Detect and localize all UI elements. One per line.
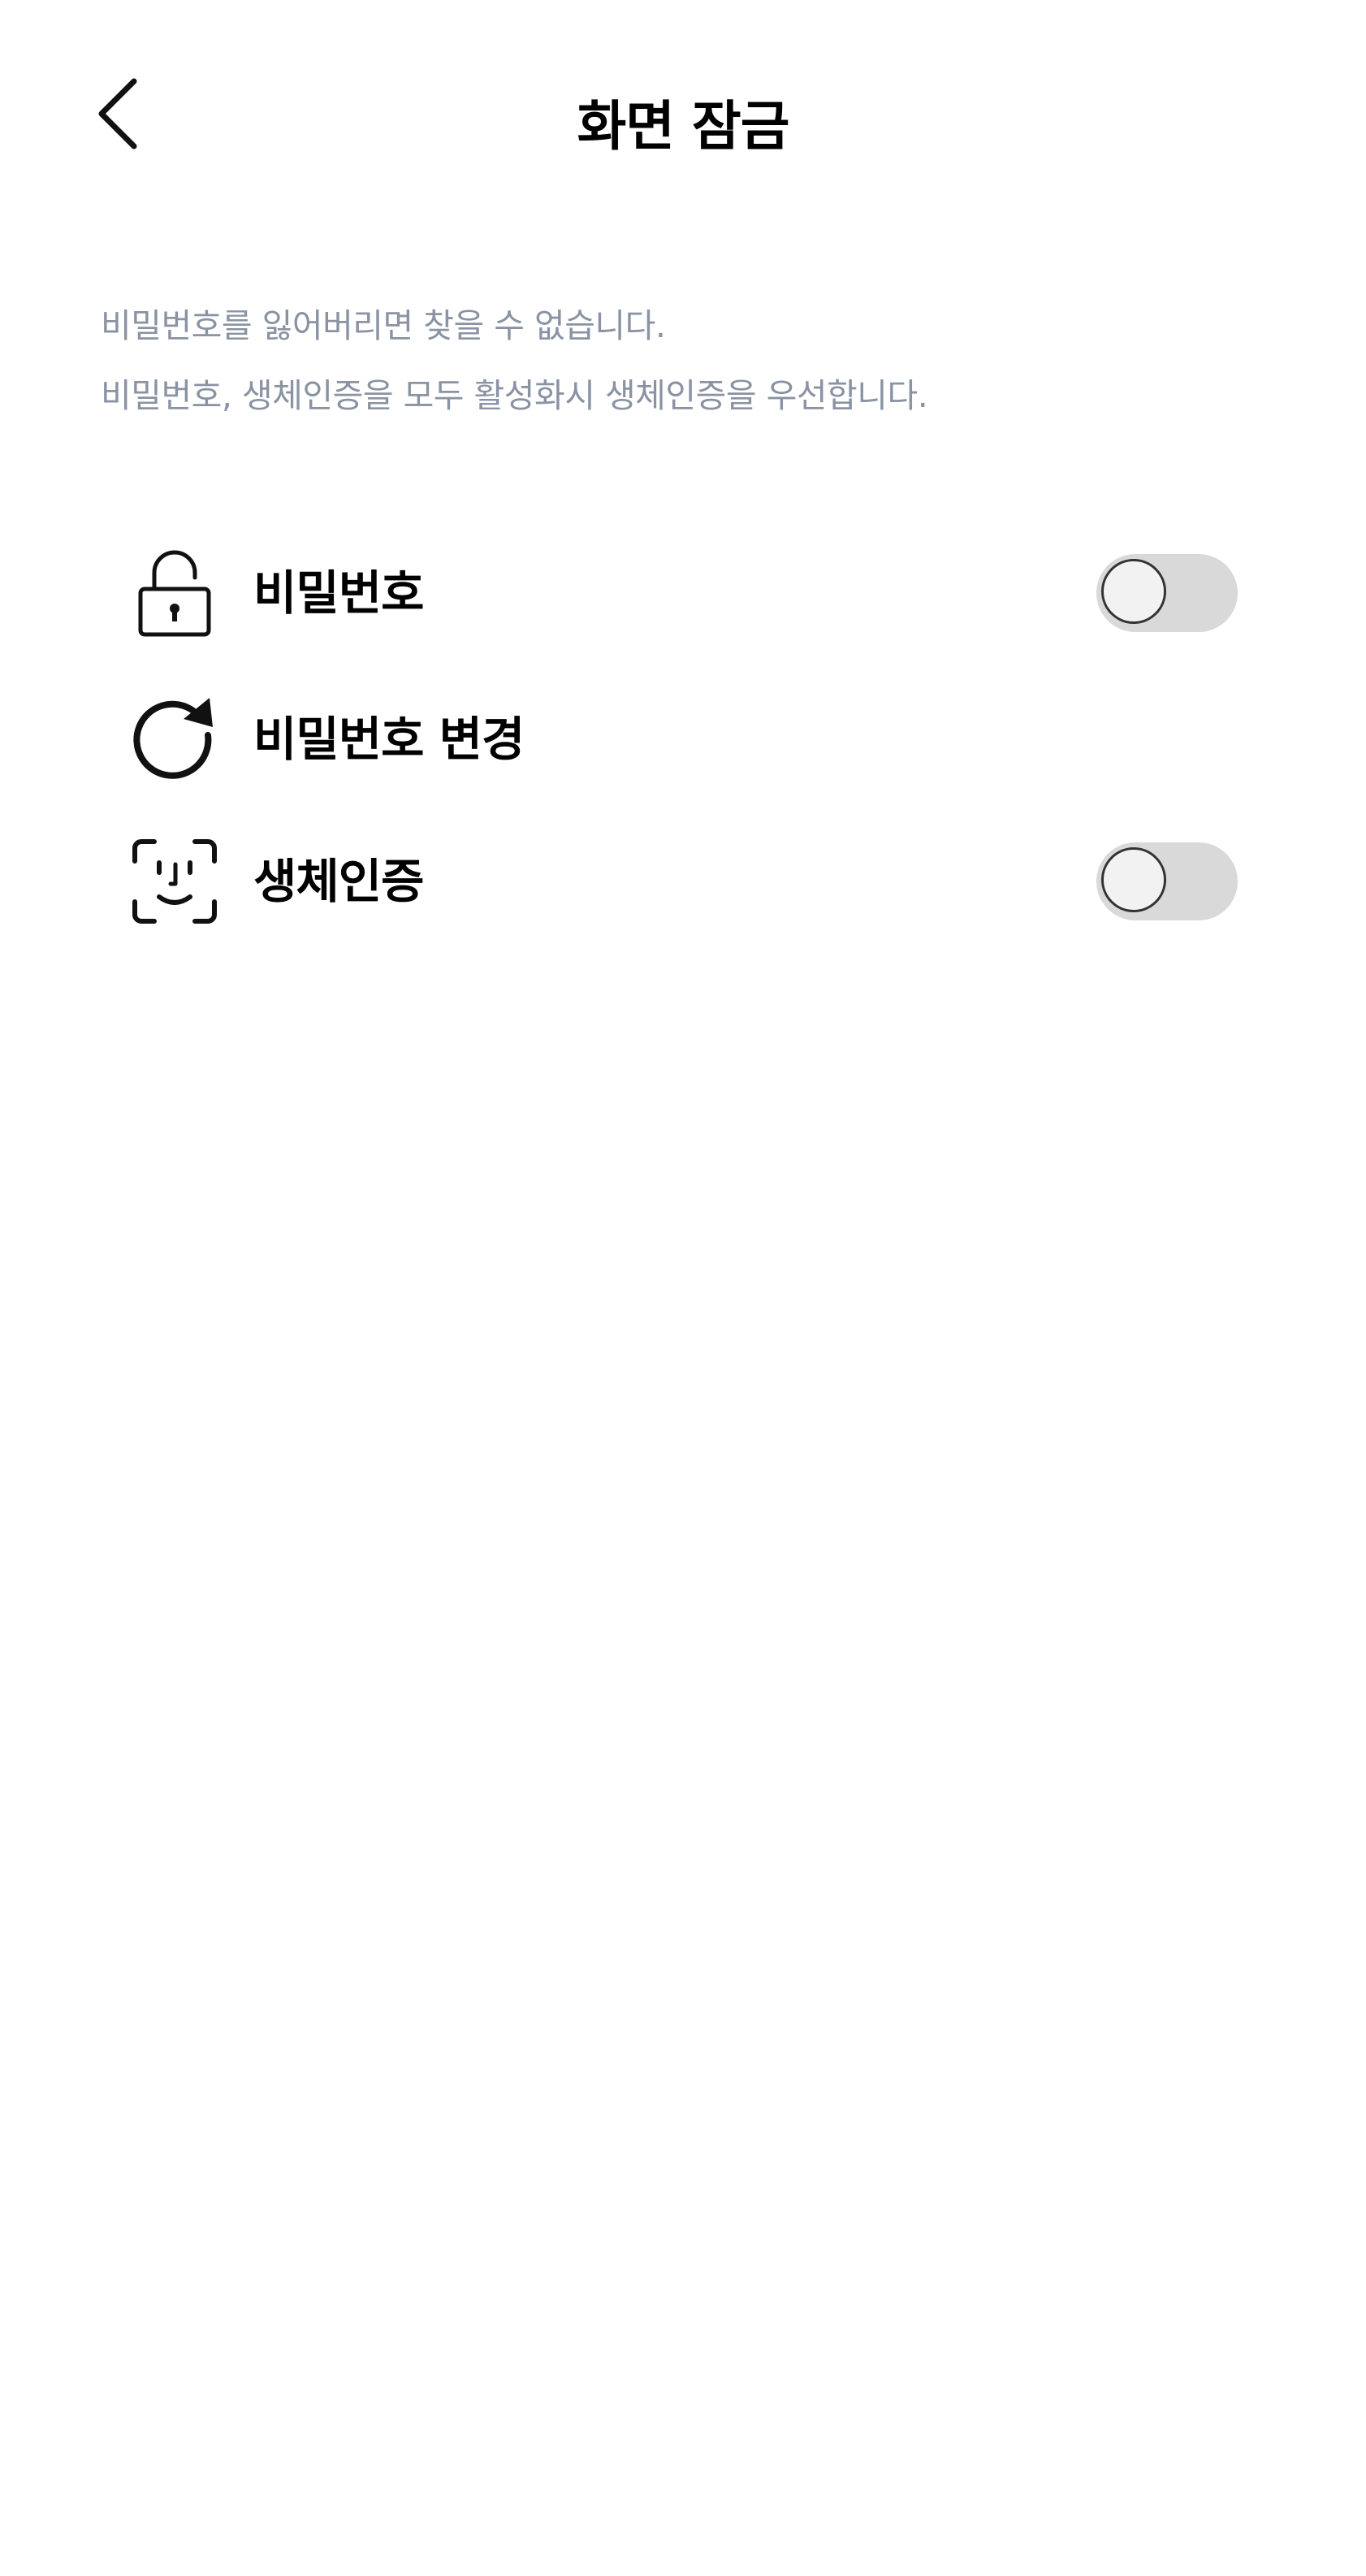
notice-line-1: 비밀번호를 잃어버리면 찾을 수 없습니다. <box>101 306 666 345</box>
setting-label-password: 비밀번호 <box>253 565 424 621</box>
lock-icon <box>130 548 219 638</box>
header: 화면 잠금 <box>0 49 1366 179</box>
setting-row-biometric[interactable]: 생체인증 <box>122 820 1259 942</box>
notice-line-2: 비밀번호, 생체인증을 모두 활성화시 생체인증을 우선합니다. <box>101 376 928 415</box>
notice-text: 비밀번호를 잃어버리면 찾을 수 없습니다. 비밀번호, 생체인증을 모두 활성… <box>101 291 1278 431</box>
face-id-icon <box>130 837 219 926</box>
screen-lock-settings-screen: 화면 잠금 비밀번호를 잃어버리면 찾을 수 없습니다. 비밀번호, 생체인증을… <box>0 0 1366 2576</box>
toggle-knob <box>1101 559 1166 624</box>
setting-label-change-password: 비밀번호 변경 <box>253 712 525 767</box>
password-toggle[interactable] <box>1096 554 1238 632</box>
biometric-toggle[interactable] <box>1096 842 1238 920</box>
refresh-icon <box>130 695 219 784</box>
toggle-knob <box>1101 847 1166 912</box>
page-title: 화면 잠금 <box>577 95 790 158</box>
setting-label-biometric: 생체인증 <box>253 854 424 909</box>
setting-row-password[interactable]: 비밀번호 <box>122 532 1259 654</box>
setting-row-change-password[interactable]: 비밀번호 변경 <box>122 678 1259 800</box>
